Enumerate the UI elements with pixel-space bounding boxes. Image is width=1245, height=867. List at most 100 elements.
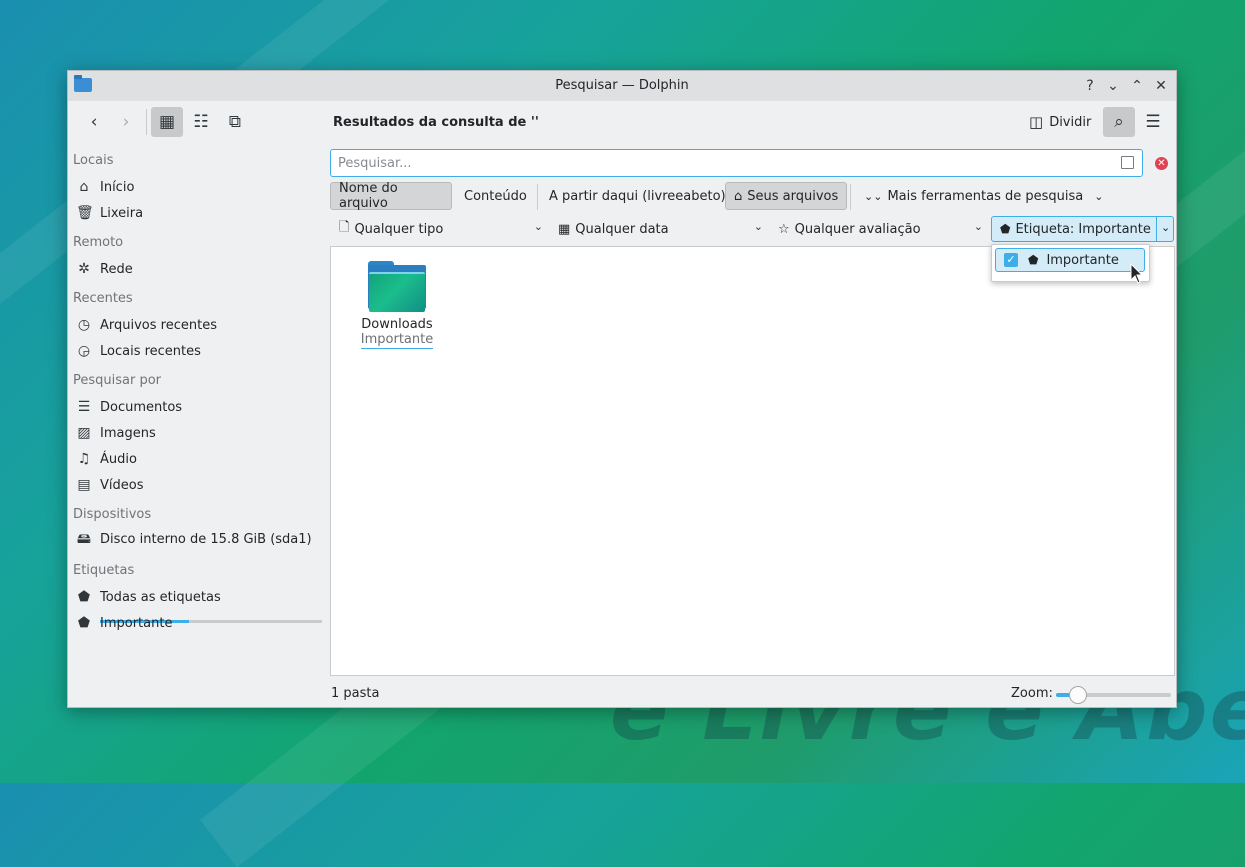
compact-view-button[interactable]: ⧉ [219,107,251,137]
close-button[interactable]: ✕ [1151,76,1171,96]
sidebar-item-label: Arquivos recentes [100,317,217,333]
section-header-locais: Locais [73,153,114,168]
zoom-label: Zoom: [1011,686,1053,701]
more-search-tools-button[interactable]: ⌄⌄ Mais ferramentas de pesquisa ⌄ [856,182,1111,210]
drive-icon: 🖴 [76,531,92,547]
window-title: Pesquisar — Dolphin [555,78,689,93]
type-facet-combo[interactable]: 🗋 Qualquer tipo ⌄ [339,217,543,241]
sidebar-item-imagens[interactable]: ▨ Imagens [76,422,155,444]
zoom-slider-handle[interactable] [1068,686,1087,704]
maximize-button[interactable]: ⌃ [1127,76,1147,96]
grid-view-icon: ▦ [158,112,176,132]
your-files-button[interactable]: ⌂ Seus arquivos [725,182,848,210]
sidebar-item-documentos[interactable]: ☰ Documentos [76,396,182,418]
sidebar-item-inicio[interactable]: ⌂ Início [76,176,135,198]
forward-button[interactable]: › [110,107,142,137]
sidebar-item-audio[interactable]: ♫ Áudio [76,448,137,470]
split-view-icon: ◫ [1029,113,1044,131]
sidebar-item-label: Rede [100,261,133,277]
from-here-button[interactable]: A partir daqui (livreeabeto) [541,182,734,210]
chevron-down-icon: ⌄ [973,220,983,233]
section-header-pesquisar-por: Pesquisar por [73,373,162,388]
content-filter-button[interactable]: Conteúdo [456,182,535,210]
sidebar-item-locais-recentes[interactable]: ◶ Locais recentes [76,340,201,362]
date-facet-combo[interactable]: ▦ Qualquer data ⌄ [558,217,763,241]
sidebar-item-importante[interactable]: ⬟ Importante [76,612,173,634]
music-icon: ♫ [77,451,91,467]
places-sidebar: Locais ⌂ Início 🗑 Lixeira Remoto ✲ Rede … [68,145,330,681]
section-header-remoto: Remoto [73,235,124,250]
folder-icon [368,259,426,312]
search-toggle-button[interactable]: ⌕ [1103,107,1135,137]
toolbar-separator [146,109,147,135]
file-item-downloads[interactable]: Downloads Importante [356,259,438,349]
double-chevron-down-icon: ⌄⌄ [864,189,883,203]
sidebar-item-arquivos-recentes[interactable]: ◷ Arquivos recentes [76,314,217,336]
clear-search-icon[interactable]: ✕ [1155,157,1168,170]
help-button[interactable]: ? [1080,76,1100,96]
chevron-down-icon: ⌄ [533,220,543,233]
search-input[interactable] [336,150,1100,176]
section-header-dispositivos: Dispositivos [73,507,152,522]
filename-filter-button[interactable]: Nome do arquivo [330,181,452,211]
tags-icon: ⬟ [77,589,91,605]
tag-facet-label: Etiqueta: Importante [1015,221,1151,237]
combo-divider [1156,217,1157,241]
star-icon: ☆ [778,221,790,237]
rating-facet-combo[interactable]: ☆ Qualquer avaliação ⌄ [778,217,983,241]
menu-button[interactable]: ☰ [1137,107,1169,137]
save-search-icon[interactable] [1121,156,1134,169]
sidebar-item-label: Locais recentes [100,343,201,359]
search-field[interactable] [330,149,1143,177]
sidebar-item-label: Importante [100,615,173,631]
back-arrow-icon: ‹ [90,112,98,132]
checkbox-checked-icon[interactable]: ✓ [1004,253,1018,267]
hamburger-menu-icon: ☰ [1145,112,1161,132]
tag-icon: ⬟ [1000,222,1011,236]
sidebar-item-lixeira[interactable]: 🗑 Lixeira [76,202,143,224]
chevron-down-icon[interactable]: ⌄ [1161,221,1170,234]
search-icon: ⌕ [1114,112,1124,132]
breadcrumb: Resultados da consulta de '' [333,115,539,130]
file-name: Downloads [361,317,433,332]
split-button[interactable]: ◫ Dividir [1023,107,1097,137]
item-count: 1 pasta [331,686,380,701]
video-icon: ▤ [77,477,91,493]
tag-icon: ⬟ [1028,253,1039,267]
sidebar-item-todas-as-etiquetas[interactable]: ⬟ Todas as etiquetas [76,586,221,608]
sidebar-item-label: Disco interno de 15.8 GiB (sda1) [100,531,312,547]
sidebar-item-rede[interactable]: ✲ Rede [76,258,133,280]
file-icon: 🗋 [339,220,350,235]
sidebar-item-videos[interactable]: ▤ Vídeos [76,474,143,496]
details-view-button[interactable]: ☷ [185,107,217,137]
date-facet-label: Qualquer data [575,221,669,237]
network-icon: ✲ [78,261,90,277]
sidebar-item-label: Documentos [100,399,183,415]
tag-icon: ⬟ [77,615,91,631]
rating-facet-label: Qualquer avaliação [794,221,921,237]
tag-menu-item-importante[interactable]: ✓ ⬟ Importante [995,248,1145,272]
zoom-slider[interactable] [1056,686,1171,704]
split-button-label: Dividir [1049,114,1092,130]
chevron-down-icon: ⌄ [1094,189,1104,203]
mouse-cursor-icon [1130,263,1144,284]
results-view[interactable]: Downloads Importante [330,246,1175,676]
sidebar-item-label: Lixeira [100,205,144,221]
sidebar-item-label: Vídeos [100,477,144,493]
icons-view-button[interactable]: ▦ [151,107,183,137]
file-tag: Importante [360,332,434,349]
minimize-button[interactable]: ⌄ [1103,76,1123,96]
back-button[interactable]: ‹ [78,107,110,137]
more-search-tools-label: Mais ferramentas de pesquisa [887,188,1084,204]
sidebar-item-label: Áudio [100,451,137,467]
tag-facet-combo[interactable]: ⬟ Etiqueta: Importante ⌄ [991,216,1174,242]
type-facet-label: Qualquer tipo [354,221,444,237]
sidebar-item-disco-interno[interactable]: 🖴 Disco interno de 15.8 GiB (sda1) [76,528,312,550]
calendar-icon: ▦ [558,221,571,237]
tag-menu-item-label: Importante [1046,252,1119,268]
title-bar[interactable]: Pesquisar — Dolphin ? ⌄ ⌃ ✕ [68,71,1176,101]
sidebar-item-label: Início [100,179,135,195]
recent-places-icon: ◶ [77,343,91,359]
forward-arrow-icon: › [122,112,130,132]
status-bar: 1 pasta Zoom: [68,681,1176,707]
